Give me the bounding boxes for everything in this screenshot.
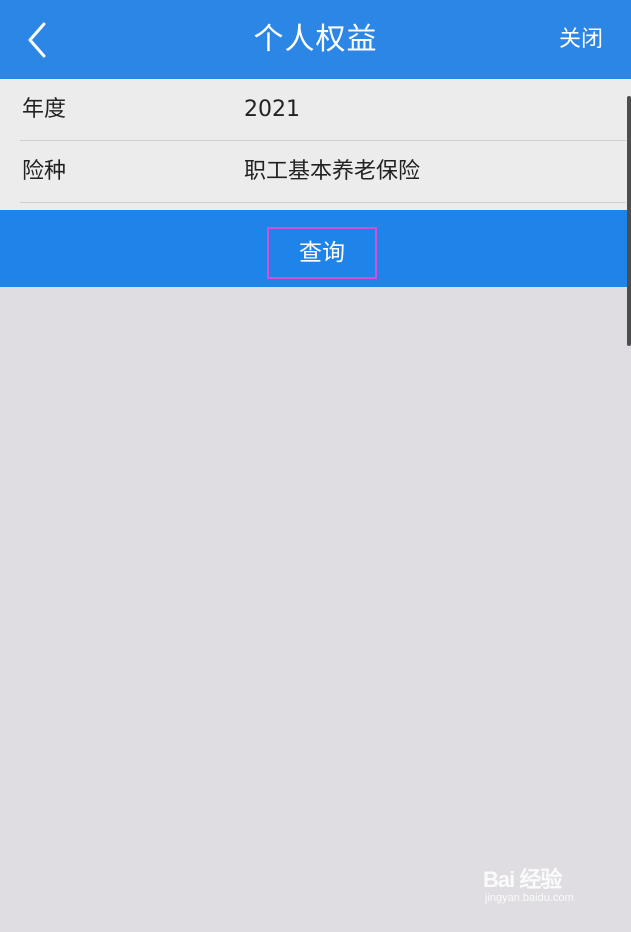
year-label: 年度: [22, 97, 67, 122]
close-button[interactable]: 关闭: [559, 0, 603, 79]
insurance-type-value[interactable]: 职工基本养老保险: [244, 140, 420, 204]
year-value[interactable]: 2021: [244, 79, 300, 140]
form-row-insurance-type[interactable]: 险种 职工基本养老保险: [20, 140, 626, 203]
insurance-type-label: 险种: [22, 159, 67, 184]
page-title: 个人权益: [253, 22, 378, 57]
watermark: Bai 经验 jingyan.baidu.com: [483, 862, 603, 918]
watermark-brand: Bai 经验: [483, 867, 562, 892]
query-bar: 查询: [0, 210, 631, 287]
query-form: 年度 2021 险种 职工基本养老保险: [0, 79, 631, 210]
app-header: 个人权益 关闭: [0, 0, 631, 79]
form-row-year[interactable]: 年度 2021: [20, 79, 626, 141]
watermark-url: jingyan.baidu.com: [485, 892, 574, 904]
scrollbar[interactable]: [627, 96, 631, 346]
query-button[interactable]: 查询: [267, 227, 377, 279]
